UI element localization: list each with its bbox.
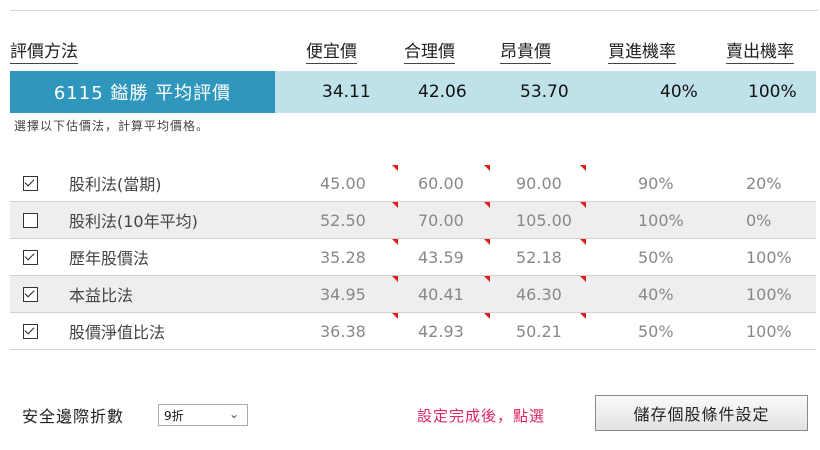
buy-rate: 50%: [638, 247, 674, 267]
chevron-down-icon: ⌄: [228, 407, 239, 421]
header-buy-rate: 買進機率: [608, 37, 676, 64]
average-label: 6115 鎰勝 平均評價: [10, 71, 275, 113]
method-checkbox[interactable]: [23, 212, 38, 228]
edit-marker-icon: [484, 202, 490, 208]
method-row: 股價淨值比法 36.38 42.93 50.21 50% 100%: [10, 313, 816, 350]
table-header: 評價方法 便宜價 合理價 昂貴價 買進機率 賣出機率: [10, 36, 816, 65]
buy-rate: 100%: [638, 210, 684, 230]
fair-price: 42.93: [418, 321, 464, 341]
edit-marker-icon: [580, 165, 586, 171]
method-name: 本益比法: [69, 286, 134, 305]
expensive-price-cell[interactable]: 50.21: [516, 313, 606, 349]
instruction-note: 選擇以下估價法，計算平均價格。: [14, 119, 210, 133]
sell-rate: 100%: [746, 321, 792, 341]
header-method: 評價方法: [10, 37, 78, 64]
fair-price: 60.00: [418, 173, 464, 193]
expensive-price: 50.21: [516, 321, 562, 341]
save-stock-settings-button[interactable]: 儲存個股條件設定: [595, 395, 808, 431]
fair-price: 70.00: [418, 210, 464, 230]
method-checkbox[interactable]: [23, 175, 38, 191]
cheap-price-cell[interactable]: 45.00: [320, 165, 410, 201]
method-checkbox[interactable]: [23, 249, 38, 265]
expensive-price: 90.00: [516, 173, 562, 193]
fair-price-cell[interactable]: 42.93: [418, 313, 498, 349]
header-cheap: 便宜價: [306, 37, 357, 64]
cheap-price-cell[interactable]: 35.28: [320, 239, 410, 275]
header-expensive: 昂貴價: [500, 37, 551, 64]
average-row: 6115 鎰勝 平均評價 34.11 42.06 53.70 40% 100%: [10, 71, 816, 113]
cheap-price: 52.50: [320, 210, 366, 230]
expensive-price-cell[interactable]: 90.00: [516, 165, 606, 201]
expensive-price-cell[interactable]: 52.18: [516, 239, 606, 275]
method-checkbox[interactable]: [23, 286, 38, 302]
cheap-price: 36.38: [320, 321, 366, 341]
fair-price-cell[interactable]: 40.41: [418, 276, 498, 312]
cheap-price-cell[interactable]: 36.38: [320, 313, 410, 349]
method-checkbox[interactable]: [23, 323, 38, 339]
edit-marker-icon: [392, 202, 398, 208]
save-hint: 設定完成後，點選: [417, 407, 546, 425]
safety-margin-label: 安全邊際折數: [22, 407, 125, 426]
method-name: 股利法(當期): [69, 175, 162, 194]
edit-marker-icon: [392, 313, 398, 319]
average-cheap: 34.11: [322, 82, 371, 102]
buy-rate: 50%: [638, 321, 674, 341]
cheap-price-cell[interactable]: 34.95: [320, 276, 410, 312]
expensive-price: 105.00: [516, 210, 572, 230]
edit-marker-icon: [484, 239, 490, 245]
average-expensive: 53.70: [520, 82, 569, 102]
fair-price: 43.59: [418, 247, 464, 267]
method-name: 歷年股價法: [69, 249, 150, 268]
buy-rate: 40%: [638, 284, 674, 304]
sell-rate: 100%: [746, 247, 792, 267]
edit-marker-icon: [392, 239, 398, 245]
edit-marker-icon: [392, 276, 398, 282]
buy-rate: 90%: [638, 173, 674, 193]
edit-marker-icon: [580, 202, 586, 208]
expensive-price: 46.30: [516, 284, 562, 304]
cheap-price: 34.95: [320, 284, 366, 304]
edit-marker-icon: [392, 165, 398, 171]
top-divider: [10, 10, 818, 11]
header-sell-rate: 賣出機率: [726, 37, 794, 64]
cheap-price-cell[interactable]: 52.50: [320, 202, 410, 238]
average-fair: 42.06: [418, 82, 467, 102]
edit-marker-icon: [580, 276, 586, 282]
cheap-price: 45.00: [320, 173, 366, 193]
expensive-price-cell[interactable]: 105.00: [516, 202, 606, 238]
fair-price-cell[interactable]: 70.00: [418, 202, 498, 238]
method-row: 股利法(當期) 45.00 60.00 90.00 90% 20%: [10, 165, 816, 202]
sell-rate: 0%: [746, 210, 772, 230]
safety-margin-select[interactable]: 9折 ⌄: [158, 404, 248, 426]
sell-rate: 20%: [746, 173, 782, 193]
fair-price: 40.41: [418, 284, 464, 304]
header-fair: 合理價: [404, 37, 455, 64]
method-row: 股利法(10年平均) 52.50 70.00 105.00 100% 0%: [10, 202, 816, 239]
edit-marker-icon: [580, 239, 586, 245]
fair-price-cell[interactable]: 60.00: [418, 165, 498, 201]
expensive-price: 52.18: [516, 247, 562, 267]
sell-rate: 100%: [746, 284, 792, 304]
method-row: 本益比法 34.95 40.41 46.30 40% 100%: [10, 276, 816, 313]
cheap-price: 35.28: [320, 247, 366, 267]
edit-marker-icon: [484, 313, 490, 319]
method-name: 股利法(10年平均): [69, 212, 198, 231]
method-name: 股價淨值比法: [69, 323, 166, 342]
average-sell-rate: 100%: [748, 82, 797, 102]
edit-marker-icon: [484, 276, 490, 282]
method-row: 歷年股價法 35.28 43.59 52.18 50% 100%: [10, 239, 816, 276]
safety-margin-value: 9折: [164, 408, 184, 423]
expensive-price-cell[interactable]: 46.30: [516, 276, 606, 312]
fair-price-cell[interactable]: 43.59: [418, 239, 498, 275]
edit-marker-icon: [484, 165, 490, 171]
edit-marker-icon: [580, 313, 586, 319]
